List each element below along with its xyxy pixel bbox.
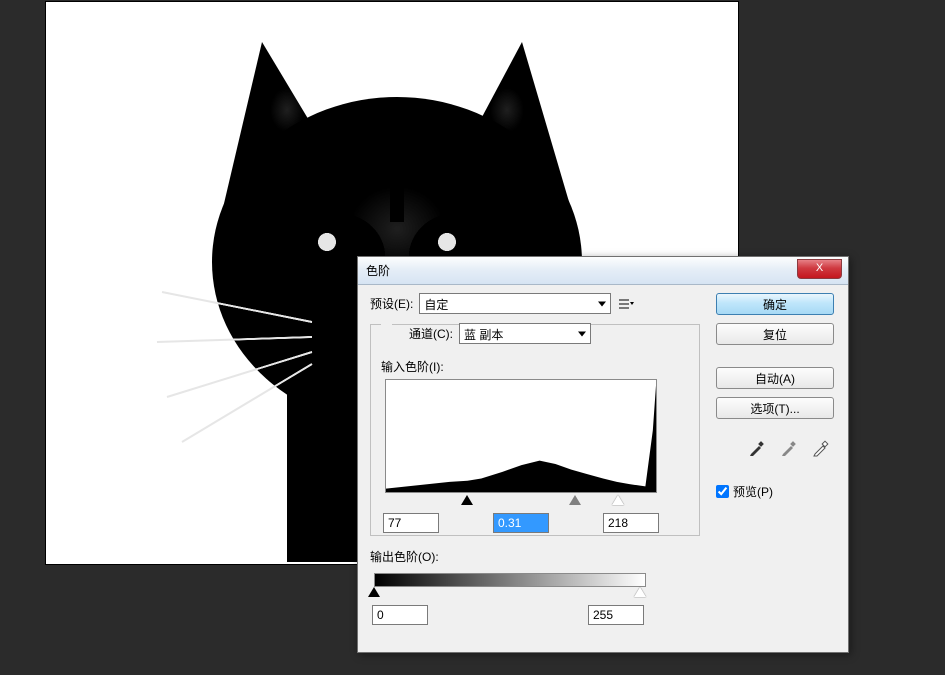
channel-combobox[interactable]: 蓝 副本 [459, 323, 591, 344]
output-gradient [374, 573, 646, 587]
preset-row: 预设(E): 自定 [370, 293, 700, 314]
preview-label: 预览(P) [733, 483, 773, 500]
auto-button[interactable]: 自动(A) [716, 367, 834, 389]
channel-value: 蓝 副本 [464, 328, 503, 342]
histogram-plot [386, 380, 656, 492]
histogram [385, 379, 657, 493]
input-levels-label: 输入色阶(I): [381, 358, 444, 375]
preview-checkbox[interactable] [716, 485, 729, 498]
input-slider-track[interactable] [385, 495, 657, 509]
output-white-field[interactable] [588, 605, 644, 625]
input-white-handle[interactable] [612, 495, 624, 505]
cancel-button[interactable]: 复位 [716, 323, 834, 345]
preset-value: 自定 [424, 298, 448, 312]
output-black-field[interactable] [372, 605, 428, 625]
preset-label: 预设(E): [370, 295, 413, 312]
input-black-handle[interactable] [461, 495, 473, 505]
eyedropper-black-icon[interactable] [746, 437, 768, 459]
dialog-title: 色阶 [366, 262, 390, 279]
eyedropper-gray-icon[interactable] [778, 437, 800, 459]
preset-menu-icon[interactable] [617, 295, 635, 313]
dialog-button-column: 确定 复位 自动(A) 选项(T)... 预览(P) [716, 293, 834, 500]
channel-label: 通道(C): [409, 325, 453, 342]
input-gamma-field[interactable] [493, 513, 549, 533]
close-button[interactable]: X [797, 259, 842, 279]
levels-dialog: 色阶 X 确定 复位 自动(A) 选项(T)... [357, 256, 849, 653]
output-slider-track[interactable] [374, 587, 646, 601]
output-white-handle[interactable] [634, 587, 646, 597]
preset-combobox[interactable]: 自定 [419, 293, 611, 314]
dialog-titlebar[interactable]: 色阶 X [358, 257, 848, 285]
input-black-field[interactable] [383, 513, 439, 533]
ok-button[interactable]: 确定 [716, 293, 834, 315]
options-button[interactable]: 选项(T)... [716, 397, 834, 419]
input-white-field[interactable] [603, 513, 659, 533]
eyedropper-row [716, 437, 834, 459]
channel-fieldset: . 通道(C): 蓝 副本 输入色阶(I): [370, 324, 700, 536]
eyedropper-white-icon[interactable] [810, 437, 832, 459]
output-levels-label: 输出色阶(O): [370, 548, 439, 565]
preview-checkbox-row[interactable]: 预览(P) [716, 483, 834, 500]
input-gamma-handle[interactable] [569, 495, 581, 505]
output-black-handle[interactable] [368, 587, 380, 597]
